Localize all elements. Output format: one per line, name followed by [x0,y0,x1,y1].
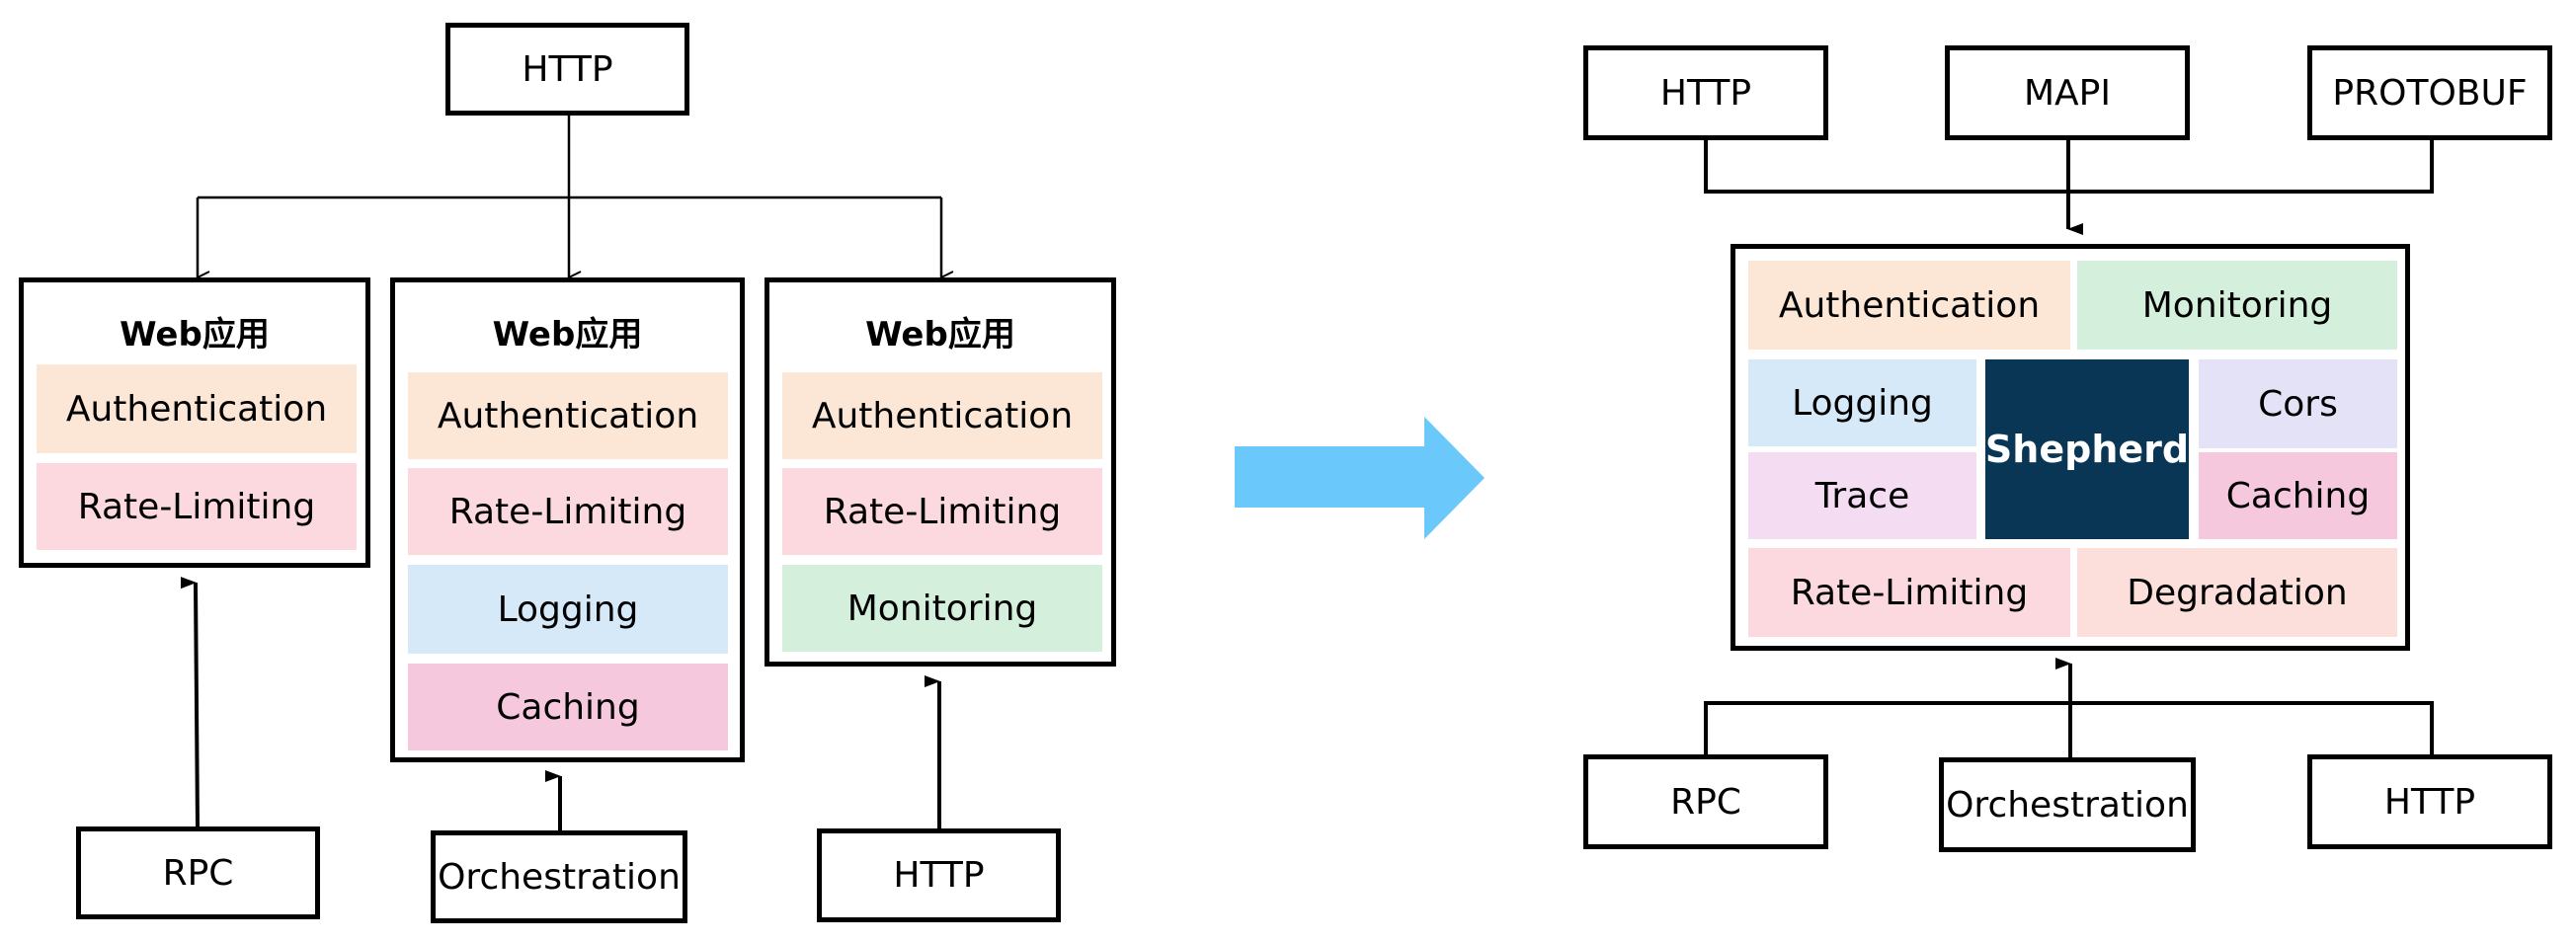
module-trace: Trace [1748,452,1976,539]
module-label: Degradation [2127,572,2348,613]
module-label: Authentication [811,395,1074,436]
module-caching: Caching [408,664,728,750]
module-label: Logging [1792,382,1933,424]
shepherd-gateway: Authentication Monitoring Logging Trace … [1731,244,2410,651]
right-mapi-source: MAPI [1945,45,2190,140]
left-orchestration-source: Orchestration [431,830,687,923]
source-label: Orchestration [438,856,681,898]
left-http-label: HTTP [522,48,613,90]
source-label: Orchestration [1946,784,2189,826]
module-authentication: Authentication [782,372,1102,459]
right-protobuf-source: PROTOBUF [2307,45,2552,140]
right-http-source: HTTP [1583,45,1828,140]
web-app-1-title: Web应用 [120,315,270,354]
module-rate-limiting: Rate-Limiting [782,468,1102,555]
module-authentication: Authentication [408,372,728,459]
web-app-3-title: Web应用 [865,315,1015,354]
module-authentication: Authentication [37,364,357,453]
module-authentication: Authentication [1748,261,2070,350]
source-label: RPC [162,852,234,894]
module-label: Authentication [65,388,328,430]
module-label: Caching [2225,475,2371,516]
module-label: Cors [2258,383,2338,425]
shepherd-core: Shepherd [1985,359,2189,539]
module-monitoring: Monitoring [2077,261,2397,350]
web-app-2-title: Web应用 [492,315,643,354]
module-label: Rate-Limiting [1790,572,2029,613]
connector-rpc-to-app-1 [180,577,200,828]
source-label: HTTP [1659,72,1752,114]
module-label: Trace [1814,475,1910,516]
module-label: Rate-Limiting [823,491,1062,532]
shepherd-label: Shepherd [1984,428,2190,471]
left-rpc-source: RPC [76,826,320,919]
module-label: Authentication [1778,284,2041,326]
right-rpc-source: RPC [1583,754,1828,849]
module-cors: Cors [2199,359,2397,448]
module-label: Monitoring [2141,284,2333,326]
right-orchestration-source: Orchestration [1939,757,2196,852]
source-label: RPC [1670,781,1741,823]
left-http-bottom-source: HTTP [817,828,1061,922]
module-rate-limiting: Rate-Limiting [408,468,728,555]
source-label: MAPI [2023,72,2111,114]
source-label: PROTOBUF [2332,72,2528,114]
module-rate-limiting: Rate-Limiting [37,463,357,550]
module-label: Monitoring [846,588,1038,629]
source-label: HTTP [2383,781,2476,823]
module-rate-limiting: Rate-Limiting [1748,548,2070,637]
module-caching: Caching [2199,452,2397,539]
module-logging: Logging [1748,359,1976,446]
web-app-3: Web应用 Authentication Rate-Limiting Monit… [765,277,1116,667]
module-label: Authentication [437,395,699,436]
module-label: Rate-Limiting [448,491,687,532]
module-degradation: Degradation [2077,548,2397,637]
module-label: Rate-Limiting [77,486,316,527]
source-label: HTTP [893,855,985,896]
module-label: Logging [497,589,639,630]
module-logging: Logging [408,565,728,654]
web-app-2: Web应用 Authentication Rate-Limiting Loggi… [390,277,745,762]
left-http-source: HTTP [445,23,689,116]
right-arrow-icon [1235,417,1485,539]
module-monitoring: Monitoring [782,565,1102,652]
right-http-bottom-source: HTTP [2307,754,2552,849]
web-app-1: Web应用 Authentication Rate-Limiting [19,277,370,568]
module-label: Caching [496,686,640,728]
